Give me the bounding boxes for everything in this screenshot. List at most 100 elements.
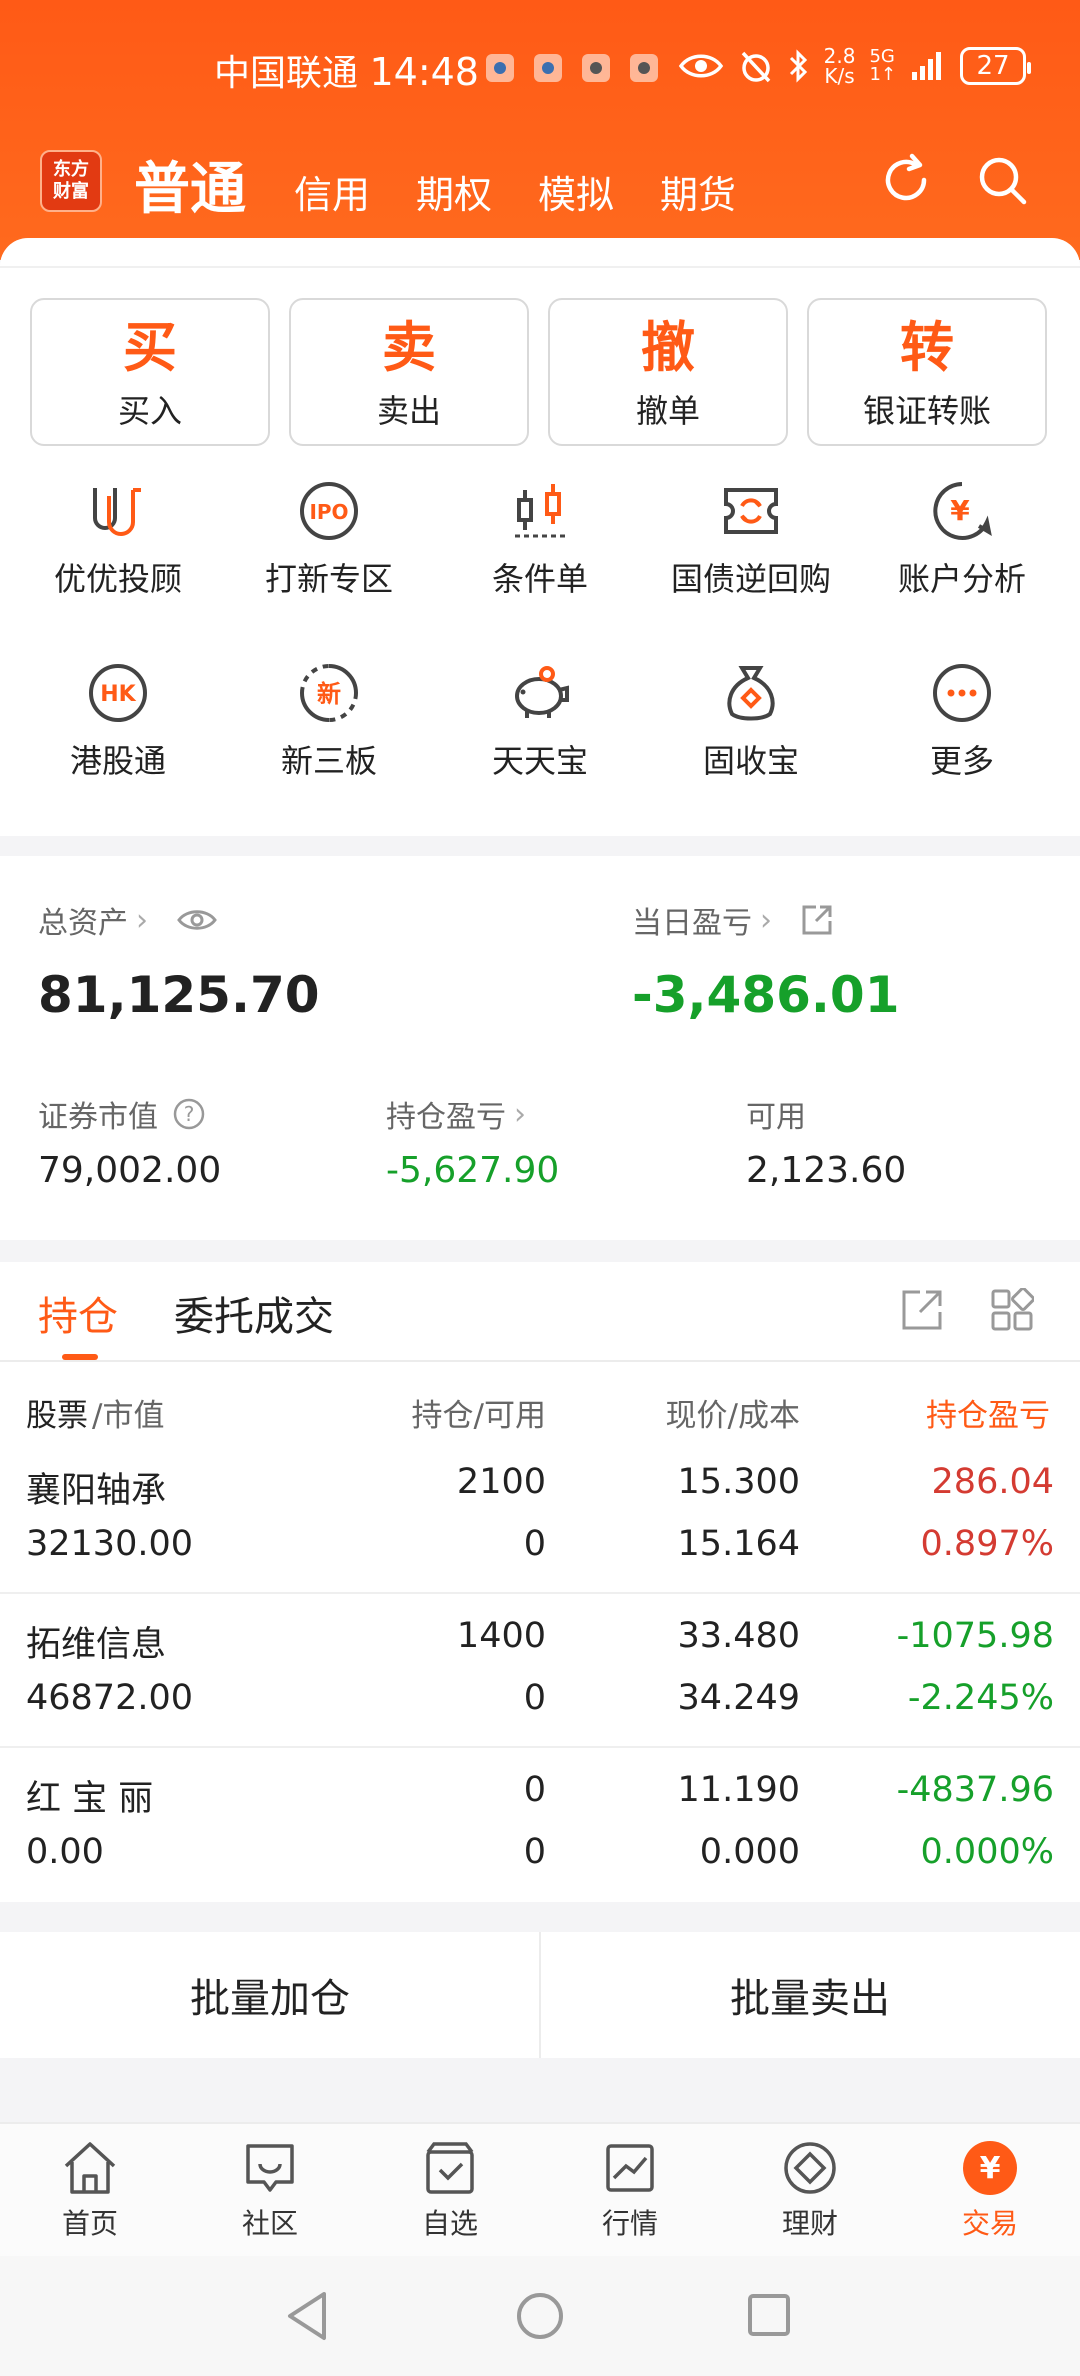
nav-home[interactable]: 首页	[0, 2138, 180, 2242]
logo-text-line1: 东方	[53, 159, 89, 180]
available-qty: 0	[523, 1832, 546, 1872]
cost-price: 0.000	[699, 1832, 800, 1872]
daily-pnl-header[interactable]: 当日盈亏 ›	[632, 898, 834, 942]
nav-label: 社区	[241, 2207, 298, 2240]
svg-text:?: ?	[184, 1102, 195, 1126]
share-icon[interactable]	[800, 903, 834, 937]
uu-icon	[93, 488, 141, 536]
buy-char: 买	[123, 316, 177, 379]
market-value-value: 79,002.00	[38, 1150, 222, 1191]
table-row[interactable]: 红 宝 丽 0.00 0 0 11.190 0.000 -4837.96 0.0…	[0, 1748, 1080, 1902]
position-pnl-value: -5,627.90	[386, 1150, 560, 1191]
table-row[interactable]: 拓维信息 46872.00 1400 0 33.480 34.249 -1075…	[0, 1594, 1080, 1748]
cancel-order-button[interactable]: 撤撤单	[548, 298, 788, 446]
nav-label: 行情	[601, 2207, 658, 2240]
help-icon[interactable]: ?	[172, 1097, 206, 1131]
grid-item-account-analysis[interactable]: ¥ 账户分析	[854, 480, 1070, 600]
bluetooth-icon	[789, 49, 807, 83]
grid-item-ipo[interactable]: IPO 打新专区	[221, 480, 437, 600]
grid-item-fixed-income[interactable]: 固收宝	[643, 662, 859, 782]
app-header: 中国联通 14:48 2.8 K/s 5G 1↑ 27 东方 财富 普通 信用 期权 …	[0, 0, 1080, 260]
bottom-navigation: 首页 社区 自选 行情 理财 ¥ 交易	[0, 2122, 1080, 2256]
daily-pnl-value: -3,486.01	[632, 966, 900, 1024]
bank-transfer-button[interactable]: 转银证转账	[807, 298, 1047, 446]
notification-icons	[486, 54, 658, 82]
col-pnl[interactable]: 持仓盈亏	[926, 1390, 1050, 1435]
sell-char: 卖	[382, 316, 436, 379]
nav-wealth[interactable]: 理财	[720, 2138, 900, 2242]
grid-label: 新三板	[280, 742, 377, 780]
home-circle-icon[interactable]	[514, 2290, 566, 2342]
col-stock: 股票	[26, 1398, 88, 1434]
position-pnl-header[interactable]: 持仓盈亏 ›	[386, 1092, 526, 1136]
grid-item-hk-connect[interactable]: HK 港股通	[10, 662, 226, 782]
nav-trade[interactable]: ¥ 交易	[900, 2138, 1080, 2242]
table-row[interactable]: 襄阳轴承 32130.00 2100 0 15.300 15.164 286.0…	[0, 1440, 1080, 1594]
col-position[interactable]: 持仓/可用	[412, 1390, 546, 1435]
search-icon[interactable]	[972, 150, 1032, 210]
grid-label: 条件单	[491, 560, 588, 598]
net-speed-unit: K/s	[824, 64, 855, 88]
market-value-header: 证券市值 ?	[38, 1092, 206, 1136]
buy-button[interactable]: 买买入	[30, 298, 270, 446]
chevron-right-icon: ›	[514, 1096, 526, 1132]
batch-sell-button[interactable]: 批量卖出	[540, 1932, 1080, 2058]
grid-label: 天天宝	[491, 742, 588, 780]
nav-community[interactable]: 社区	[180, 2138, 360, 2242]
nav-watchlist[interactable]: 自选	[360, 2138, 540, 2242]
col-price[interactable]: 现价/成本	[666, 1390, 800, 1435]
grid-item-tiantianbao[interactable]: 天天宝	[432, 662, 648, 782]
tab-futures[interactable]: 期货	[660, 164, 736, 219]
hk-icon: HK	[89, 664, 147, 722]
total-assets-header[interactable]: 总资产 ›	[38, 898, 218, 942]
grid-item-conditional-order[interactable]: 条件单	[432, 480, 648, 600]
tab-options[interactable]: 期权	[416, 164, 492, 219]
position-pnl-percent: 0.000%	[920, 1832, 1054, 1872]
position-pnl: 286.04	[931, 1462, 1054, 1502]
available-qty: 0	[523, 1678, 546, 1718]
batch-add-button[interactable]: 批量加仓	[0, 1932, 540, 2058]
account-summary: 总资产 › 81,125.70 当日盈亏 › -3,486.01 证券市值 ? …	[0, 856, 1080, 1240]
available-qty: 0	[523, 1524, 546, 1564]
watchlist-icon	[426, 2142, 474, 2194]
position-qty: 0	[523, 1770, 546, 1810]
more-icon	[933, 664, 991, 722]
piggy-bank-icon	[515, 666, 569, 718]
grid-item-new-third-board[interactable]: 新 新三板	[221, 662, 437, 782]
position-pnl-percent: -2.245%	[907, 1678, 1054, 1718]
position-pnl: -4837.96	[896, 1770, 1054, 1810]
yen-chat-icon: ¥	[933, 482, 992, 540]
grid-item-more[interactable]: 更多	[854, 662, 1070, 782]
col-market-value: /市值	[92, 1398, 165, 1434]
new-badge: 新	[317, 680, 341, 708]
wealth-icon	[784, 2142, 836, 2194]
battery-level: 27	[976, 51, 1010, 81]
tab-orders-trades[interactable]: 委托成交	[174, 1284, 334, 1342]
recents-icon[interactable]	[746, 2292, 792, 2338]
system-navigation-bar	[0, 2256, 1080, 2376]
net-speed-value: 2.8	[823, 44, 856, 68]
available-value: 2,123.60	[746, 1150, 907, 1191]
tab-normal[interactable]: 普通	[134, 144, 246, 225]
repo-icon	[724, 488, 778, 534]
grid-label: 优优投顾	[53, 560, 182, 598]
back-icon[interactable]	[284, 2290, 332, 2342]
grid-view-icon[interactable]	[990, 1288, 1034, 1332]
sell-button[interactable]: 卖卖出	[289, 298, 529, 446]
grid-label: 打新专区	[264, 560, 393, 598]
share-icon[interactable]	[900, 1288, 944, 1332]
eye-icon[interactable]	[176, 906, 218, 934]
tab-simulated[interactable]: 模拟	[538, 164, 614, 219]
tab-positions[interactable]: 持仓	[38, 1284, 118, 1342]
refresh-icon[interactable]	[876, 150, 936, 210]
grid-item-reverse-repo[interactable]: 国债逆回购	[643, 480, 859, 600]
battery-icon: 27	[960, 47, 1031, 85]
grid-label: 港股通	[69, 742, 166, 780]
grid-item-advisor[interactable]: 优优投顾	[10, 480, 226, 600]
grid-label: 更多	[929, 742, 994, 780]
tab-credit[interactable]: 信用	[294, 164, 370, 219]
market-value-label: 证券市值	[38, 1100, 158, 1135]
nav-market[interactable]: 行情	[540, 2138, 720, 2242]
grid-label: 固收宝	[702, 742, 799, 780]
stock-value: 46872.00	[26, 1678, 194, 1718]
